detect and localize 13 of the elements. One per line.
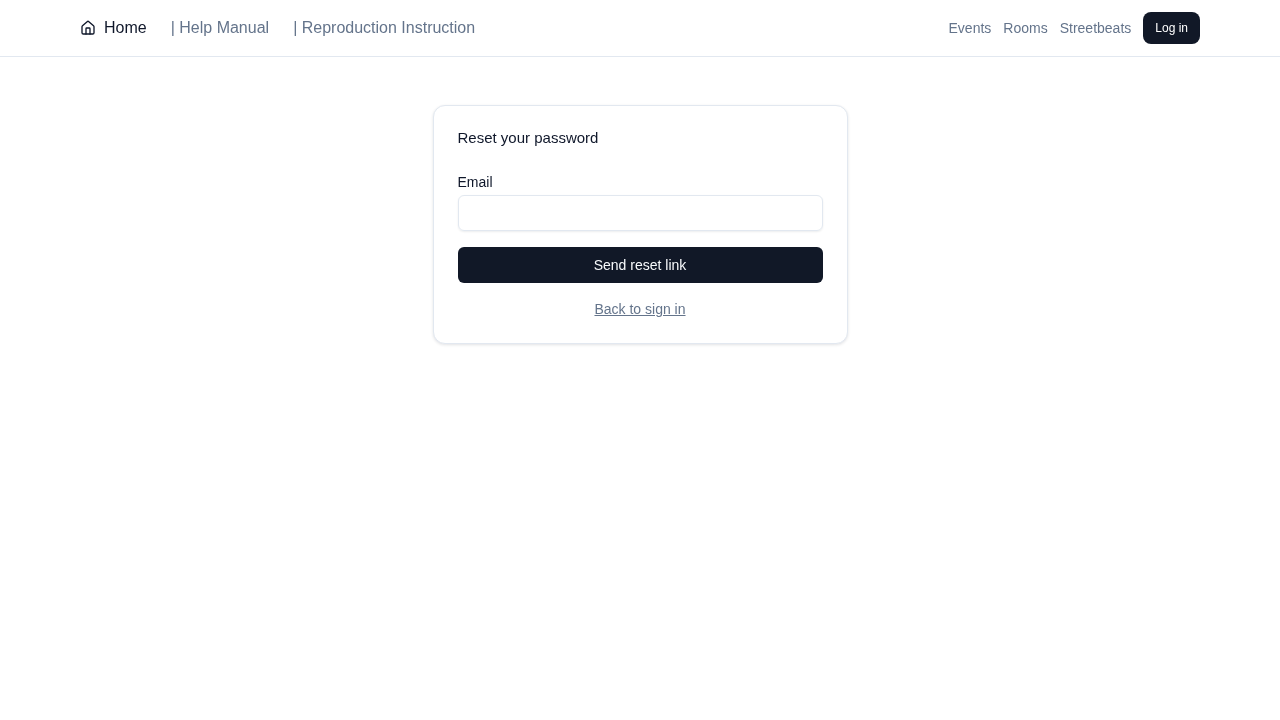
home-icon	[80, 20, 96, 36]
back-to-sign-in-link[interactable]: Back to sign in	[594, 299, 686, 319]
email-input[interactable]	[457, 195, 823, 231]
nav-link[interactable]: Events	[948, 17, 992, 39]
nav-link[interactable]: | Reproduction Instruction	[293, 16, 476, 40]
send-reset-link-button[interactable]: Send reset link	[457, 247, 823, 283]
nav-link[interactable]: | Help Manual	[170, 16, 270, 40]
email-label: Email	[457, 173, 494, 192]
home-link[interactable]: Home	[80, 16, 147, 40]
login-button[interactable]: Log in	[1143, 12, 1200, 44]
card-title: Reset your password	[457, 128, 600, 148]
nav-link[interactable]: Streetbeats	[1059, 17, 1132, 39]
nav-link[interactable]: Rooms	[1003, 17, 1048, 39]
